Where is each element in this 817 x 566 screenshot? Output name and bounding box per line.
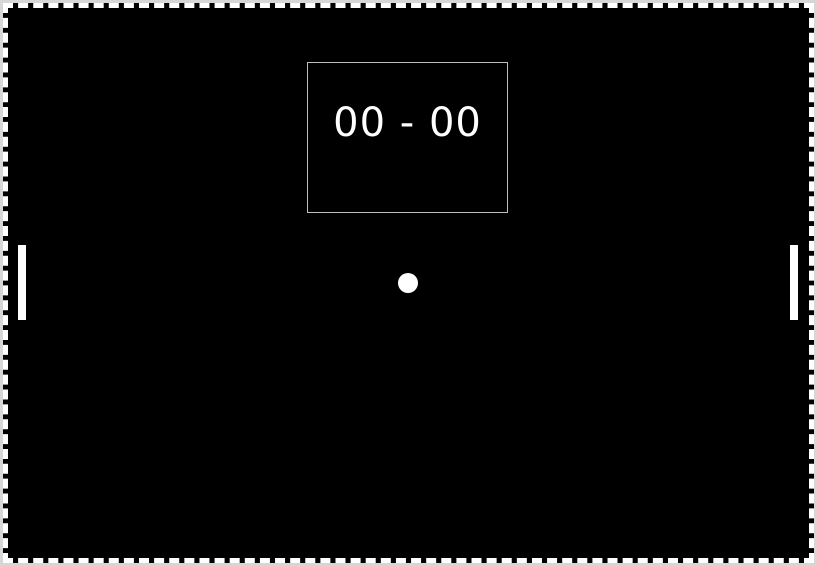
left-paddle[interactable] <box>18 245 26 320</box>
pong-court[interactable]: 00 - 00 <box>3 3 814 563</box>
right-score: 00 <box>428 100 482 146</box>
score-display: 00 - 00 <box>308 99 507 147</box>
right-paddle[interactable] <box>790 245 798 320</box>
game-frame: 00 - 00 <box>0 0 817 566</box>
ball <box>398 273 418 293</box>
left-score: 00 <box>333 100 387 146</box>
scoreboard: 00 - 00 <box>307 62 508 213</box>
score-separator: - <box>399 100 416 146</box>
